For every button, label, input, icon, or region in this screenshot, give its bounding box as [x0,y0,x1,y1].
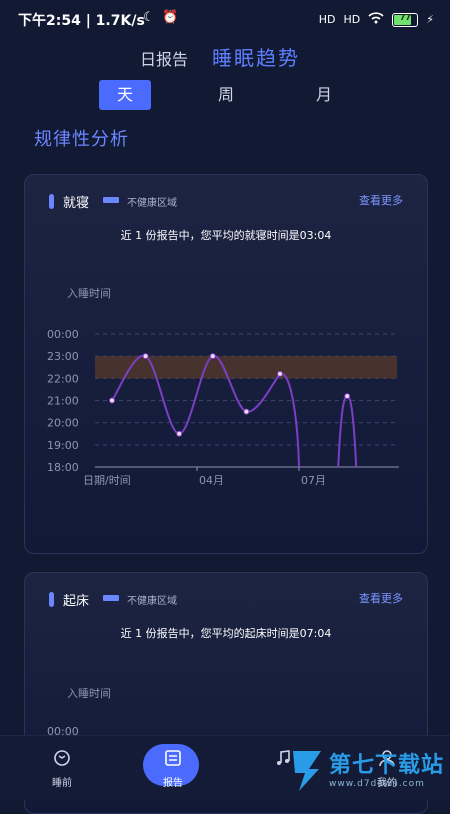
legend-swatch [103,595,119,601]
x-tick-label-07: 07月 [301,474,326,485]
watermark-url: www.d7down.com [328,779,425,789]
wake-summary: 近 1 份报告中，您平均的起床时间是07:04 [120,627,332,640]
nav-item-bedtime[interactable]: 睡前 [17,736,107,800]
moon-icon: ☾ [143,10,155,25]
wifi-icon [368,12,384,27]
status-time: 下午2:54 | 1.7K/s [18,13,145,29]
card-title-bedtime: 就寝 [63,196,90,211]
view-more-link[interactable]: 查看更多 [359,590,403,606]
charging-icon: ⚡ [426,13,434,26]
data-point [176,430,183,437]
bottom-nav: 睡前 报告 我的 第七下载站 www.d7down.com [0,735,450,800]
moon-clock-icon [54,750,70,766]
period-tabs: 天 周 月 [0,80,450,112]
nav-item-report[interactable]: 报告 [128,736,218,800]
x-tick-label-date: 日期/时间 [83,474,131,485]
bedtime-card: 就寝 不健康区域 查看更多 近 1 份报告中，您平均的就寝时间是03:04 入睡… [24,174,428,554]
nav-label: 睡前 [52,778,72,789]
card-marker [49,592,54,607]
y-tick-label: 18:00 [47,461,79,474]
card-marker [49,194,54,209]
status-bar: 下午2:54 | 1.7K/s ☾ ⏰ HD HD 77 ⚡ [0,0,450,40]
battery-level: 77 [399,12,411,22]
data-point [277,370,283,377]
report-icon [165,750,181,766]
bedtime-chart: 入睡时间 00:00 23:00 22:00 21:00 20:00 19:00 18:00… [47,287,399,485]
tab-day[interactable]: 天 [99,80,151,110]
y-tick-label: 23:00 [47,350,79,363]
data-point [109,397,115,404]
watermark-logo-icon [292,751,321,791]
battery-icon: 77 [392,12,419,27]
data-point [142,353,149,360]
y-tick-label: 19:00 [47,439,79,452]
tab-sleep-trend[interactable]: 睡眠趋势 [212,42,300,71]
tab-week[interactable]: 周 [200,80,252,110]
y-tick-label: 00:00 [47,328,79,341]
signal-icon: HD [318,13,336,26]
y-axis-title: 入睡时间 [67,687,111,700]
y-tick-label: 22:00 [47,372,79,385]
nav-label: 报告 [163,778,183,789]
data-point [209,353,216,360]
status-indicators: HD HD 77 ⚡ [319,12,434,27]
y-tick-label: 21:00 [47,395,79,408]
legend-label: 不健康区域 [127,596,177,607]
watermark-name: 第七下载站 [328,753,444,778]
legend-swatch [103,197,119,203]
legend-label: 不健康区域 [127,198,177,209]
data-point [344,393,351,400]
signal-icon-2: HD [343,13,361,26]
card-header: 起床 不健康区域 查看更多 [25,573,427,613]
section-title: 规律性分析 [34,129,129,150]
card-header: 就寝 不健康区域 查看更多 [25,175,427,215]
tab-month[interactable]: 月 [298,80,350,110]
y-tick-label: 20:00 [47,417,79,430]
series-line-tail [337,395,358,468]
card-title-wake: 起床 [63,594,90,609]
watermark: 第七下载站 www.d7down.com [289,746,444,796]
unhealthy-band [95,356,397,379]
x-tick-label-04: 04月 [199,474,224,485]
top-nav: 日报告 睡眠趋势 [0,40,450,74]
bedtime-summary: 近 1 份报告中，您平均的就寝时间是03:04 [120,229,332,242]
data-point [243,408,250,415]
y-axis-title: 入睡时间 [67,287,111,300]
alarm-icon: ⏰ [162,10,179,25]
y-grid: 00:00 23:00 22:00 21:00 20:00 19:00 18:00 [47,328,399,474]
view-more-link[interactable]: 查看更多 [359,192,403,208]
tab-daily-report[interactable]: 日报告 [140,46,188,70]
